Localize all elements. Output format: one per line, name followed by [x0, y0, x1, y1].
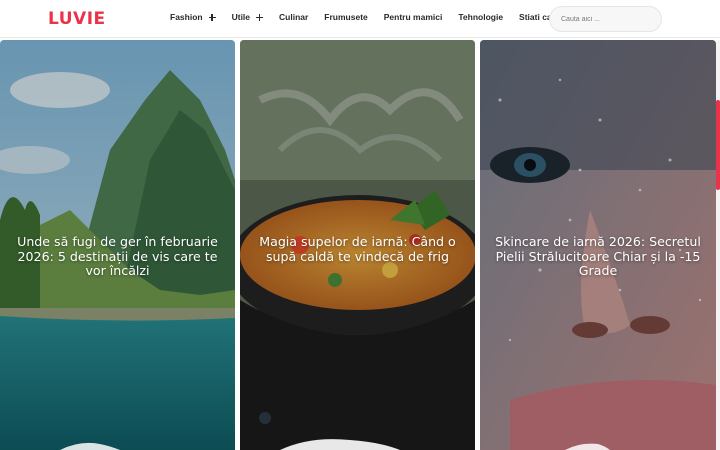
main-nav: Fashion Utile Culinar Frumusete Pentru m… [170, 12, 568, 22]
nav-item-label: Fashion [170, 12, 203, 22]
nav-item-label: Tehnologie [458, 12, 504, 22]
site-header: LUVIE Fashion Utile Culinar Frumusete Pe… [0, 0, 720, 38]
article-card[interactable]: Skincare de iarnă 2026: Secretul Pielii … [480, 40, 716, 450]
site-logo[interactable]: LUVIE [48, 9, 106, 29]
featured-articles: Unde să fugi de ger în februarie 2026: 5… [0, 40, 716, 450]
scrollbar-thumb[interactable] [716, 100, 720, 190]
plus-icon[interactable] [256, 13, 264, 21]
card-wave [280, 439, 400, 450]
search-input[interactable] [549, 6, 662, 32]
article-title[interactable]: Magia supelor de iarnă: Când o supă cald… [248, 234, 467, 264]
article-card[interactable]: Unde să fugi de ger în februarie 2026: 5… [0, 40, 235, 450]
nav-item-label: Utile [231, 12, 251, 22]
nav-item-label: Frumusete [324, 12, 368, 22]
nav-item-label: Pentru mamici [383, 12, 443, 22]
nav-item-stiati-ca[interactable]: Stiati ca [519, 12, 552, 22]
nav-item-label: Stiati ca [519, 12, 552, 22]
nav-item-frumusete[interactable]: Frumusete [324, 12, 367, 22]
nav-item-pentru-mamici[interactable]: Pentru mamici [384, 12, 443, 22]
article-title[interactable]: Unde să fugi de ger în februarie 2026: 5… [8, 234, 227, 279]
nav-item-utile[interactable]: Utile [231, 12, 264, 22]
article-card[interactable]: Magia supelor de iarnă: Când o supă cald… [240, 40, 475, 450]
card-wave [565, 443, 610, 450]
card-wave [60, 442, 120, 450]
nav-item-tehnologie[interactable]: Tehnologie [458, 12, 503, 22]
nav-item-culinar[interactable]: Culinar [279, 12, 308, 22]
nav-item-fashion[interactable]: Fashion [170, 12, 216, 22]
article-title[interactable]: Skincare de iarnă 2026: Secretul Pielii … [488, 234, 708, 279]
plus-icon[interactable] [208, 13, 216, 21]
nav-item-label: Culinar [279, 12, 309, 22]
scrollbar[interactable] [716, 40, 720, 450]
